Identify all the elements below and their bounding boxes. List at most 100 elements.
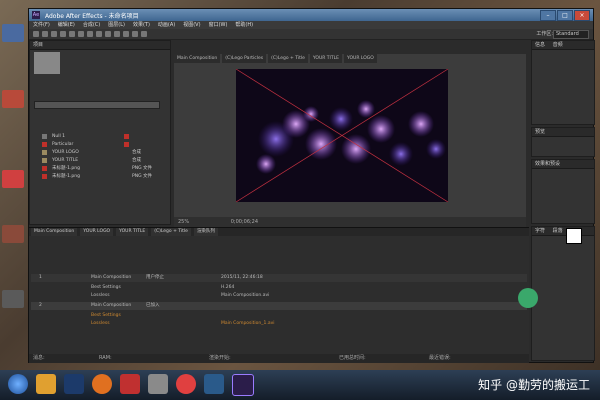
tab-tl-main[interactable]: Main Composition [31,228,78,236]
menu-bar: 文件(F) 编辑(E) 合成(C) 图层(L) 效果(T) 动画(A) 视图(V… [29,21,593,29]
composition-tabs: Main Composition (C)Lego Particles (C)Le… [174,54,526,63]
desktop-icon-4[interactable] [2,225,24,243]
status-message: 消息: [33,355,45,361]
eraser-tool-icon[interactable] [132,31,138,37]
tab-tl-title[interactable]: YOUR TITLE [116,228,149,236]
tab-render-queue[interactable]: 渲染队列 [193,228,218,236]
composition-footer: 25% 0;00;06;24 [174,217,526,227]
start-button[interactable] [8,374,28,394]
tab-main-composition[interactable]: Main Composition [174,54,221,63]
table-row[interactable]: 2 Main Composition 已加入 [31,302,527,310]
render-queue-panel: Main Composition YOUR LOGO YOUR TITLE (C… [29,227,529,363]
menu-window[interactable]: 窗口(W) [209,21,228,29]
desktop-icon-5[interactable] [2,290,24,308]
paragraph-tab[interactable]: 段落 [553,228,563,234]
after-effects-taskbar-icon[interactable] [232,374,254,396]
rotate-tool-icon[interactable] [60,31,66,37]
effects-header: 效果和预设 [532,160,594,169]
info-panel: 信息 音频 [531,40,595,125]
project-search-input[interactable] [34,101,160,109]
audio-tab[interactable]: 音频 [553,42,563,48]
list-item[interactable]: YOUR LOGO 合成 [32,149,164,156]
taskbar-app-7[interactable] [204,374,224,394]
list-item[interactable]: Particular [32,141,164,148]
table-row[interactable]: Lossless Main Composition.avi [31,292,527,300]
status-ram: RAM: [99,355,112,361]
list-item[interactable]: YOUR TITLE 合成 [32,157,164,164]
zoom-level[interactable]: 25% [178,219,189,225]
list-item[interactable]: 未标题-1.png PNG 文件 [32,165,164,172]
window-titlebar: Ae Adobe After Effects - 未命名项目 – □ × [29,9,593,21]
menu-view[interactable]: 视图(V) [183,21,200,29]
timeline-tabs: Main Composition YOUR LOGO YOUR TITLE (C… [29,228,529,236]
color-swatch[interactable] [566,228,582,244]
ae-logo-icon: Ae [32,11,40,19]
tab-your-logo[interactable]: YOUR LOGO [343,54,377,63]
taskbar-app-5[interactable] [148,374,168,394]
menu-file[interactable]: 文件(F) [33,21,50,29]
status-last-error: 最近错误: [429,355,451,361]
selection-tool-icon[interactable] [33,31,39,37]
project-panel: 项目 Null 1 Particular YOUR LOGO 合成 YOUR TI… [29,40,171,225]
tab-lego-title[interactable]: (C)Lego + Title [268,54,308,63]
composition-viewer[interactable] [236,69,448,202]
tools-bar: 工作区: Standard [29,29,593,40]
mask-tool-icon[interactable] [87,31,93,37]
info-tab[interactable]: 信息 [535,42,545,48]
maximize-button[interactable]: □ [557,10,573,21]
tab-your-title[interactable]: YOUR TITLE [309,54,342,63]
workspace-value: Standard [556,31,579,37]
text-tool-icon[interactable] [105,31,111,37]
menu-animation[interactable]: 动画(A) [158,21,175,29]
character-panel: 字符 段落 [531,226,595,361]
tab-lego-particles[interactable]: (C)Lego Particles [222,54,267,63]
menu-composition[interactable]: 合成(C) [83,21,100,29]
composition-panel: Main Composition (C)Lego Particles (C)Le… [174,54,526,229]
pen-tool-icon[interactable] [96,31,102,37]
camera-tool-icon[interactable] [69,31,75,37]
effects-presets-panel: 效果和预设 [531,159,595,224]
desktop-icon-2[interactable] [2,90,24,108]
menu-layer[interactable]: 图层(L) [108,21,125,29]
preview-header: 预览 [532,128,594,137]
puppet-tool-icon[interactable] [141,31,147,37]
tab-tl-logo[interactable]: YOUR LOGO [80,228,114,236]
taskbar-app-4[interactable] [120,374,140,394]
hand-tool-icon[interactable] [42,31,48,37]
menu-effect[interactable]: 效果(T) [133,21,150,29]
table-row[interactable]: 1 Main Composition 用户停止 2015/11, 22:46:18 [31,274,527,282]
project-panel-header: 项目 [30,41,170,50]
stamp-tool-icon[interactable] [123,31,129,37]
pan-tool-icon[interactable] [78,31,84,37]
watermark: 知乎 @勤劳的搬运工 [478,378,590,392]
firefox-icon[interactable] [92,374,112,394]
weibo-icon[interactable] [176,374,196,394]
menu-help[interactable]: 帮助(H) [235,21,253,29]
zoom-tool-icon[interactable] [51,31,57,37]
desktop-icon-1[interactable] [2,24,24,42]
window-title: Adobe After Effects - 未命名项目 [45,12,139,20]
bokeh-preview [236,69,448,202]
brush-tool-icon[interactable] [114,31,120,37]
character-tab[interactable]: 字符 [535,228,545,234]
taskbar-app-1[interactable] [36,374,56,394]
list-item[interactable]: Null 1 [32,133,164,140]
tab-tl-lego[interactable]: (C)Lego + Title [151,228,191,236]
photoshop-icon[interactable] [64,374,84,394]
list-item[interactable]: 未标题-1.png PNG 文件 [32,173,164,180]
close-button[interactable]: × [574,10,590,21]
current-timecode[interactable]: 0;00;06;24 [231,219,258,225]
after-effects-window: Ae Adobe After Effects - 未命名项目 – □ × 文件(… [28,8,595,363]
table-row[interactable]: Lossless Main Composition_1.avi [31,320,527,328]
minimize-button[interactable]: – [540,10,556,21]
project-thumbnail [34,52,60,74]
green-circle-icon [518,288,538,308]
table-row[interactable]: Best Settings [31,312,527,320]
desktop-icon-3[interactable] [2,170,24,188]
workspace-select[interactable]: Standard [553,30,589,39]
status-render-start: 渲染开始: [209,355,231,361]
status-total-time: 已用总时间: [339,355,366,361]
render-status-bar: 消息: RAM: 渲染开始: 已用总时间: 最近错误: [29,354,529,363]
menu-edit[interactable]: 编辑(E) [58,21,75,29]
table-row[interactable]: Best Settings H.264 [31,284,527,292]
